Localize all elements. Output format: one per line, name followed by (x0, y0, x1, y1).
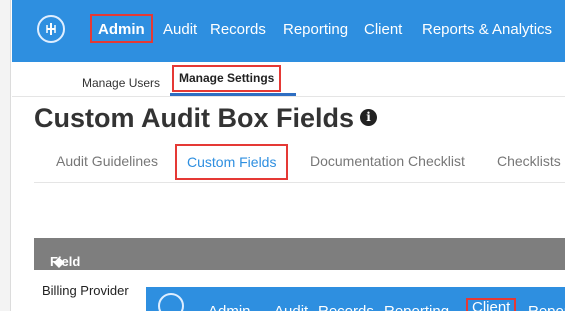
overlay-nav-reports-analytics: Reports & Analytics (528, 303, 565, 311)
nav-client[interactable]: Client (364, 21, 402, 38)
overlay-nav-reporting: Reporting (384, 303, 449, 311)
overlay-nav-admin: Admin (208, 303, 251, 311)
page-title-text: Custom Audit Box Fields (34, 103, 355, 133)
subnav-manage-settings[interactable]: Manage Settings (172, 65, 282, 92)
tab-custom-fields[interactable]: Custom Fields (175, 144, 289, 180)
settings-tabs: Audit Guidelines Custom Fields Documenta… (34, 140, 565, 183)
nav-records[interactable]: Records (210, 21, 266, 38)
overlay-logo-icon (158, 293, 184, 311)
overlay-nav-client: Client (466, 298, 517, 311)
tab-documentation-checklist[interactable]: Documentation Checklist (310, 153, 465, 169)
nav-reporting[interactable]: Reporting (283, 21, 348, 38)
nav-reports-analytics[interactable]: Reports & Analytics (422, 21, 552, 38)
logo-icon[interactable] (37, 15, 65, 43)
page: Admin Audit Records Reporting Client Rep… (12, 0, 565, 311)
left-edge (0, 0, 11, 311)
overlay-nav-audit: Audit (274, 303, 308, 311)
active-subnav-indicator (170, 93, 296, 96)
nav-admin[interactable]: Admin (90, 14, 153, 43)
info-icon[interactable]: i (360, 109, 378, 127)
overlay-nav-screenshot: Admin Audit Records Reporting Client Rep… (146, 287, 565, 311)
page-title: Custom Audit Box Fields i (34, 103, 378, 134)
overlay-nav-records: Records (318, 303, 374, 311)
top-nav: Admin Audit Records Reporting Client Rep… (12, 0, 565, 62)
nav-audit[interactable]: Audit (163, 21, 197, 38)
tab-audit-guidelines[interactable]: Audit Guidelines (56, 153, 158, 169)
sub-nav: Manage Users Manage Settings (12, 62, 565, 97)
custom-fields-table: Field Name ◆ Billing Provider (34, 238, 565, 298)
sort-icon[interactable]: ◆ (54, 254, 64, 270)
subnav-manage-users[interactable]: Manage Users (82, 76, 160, 90)
tab-checklists[interactable]: Checklists (497, 153, 561, 169)
table-header[interactable]: Field Name ◆ (34, 238, 565, 284)
field-name-cell: Billing Provider (42, 283, 129, 298)
